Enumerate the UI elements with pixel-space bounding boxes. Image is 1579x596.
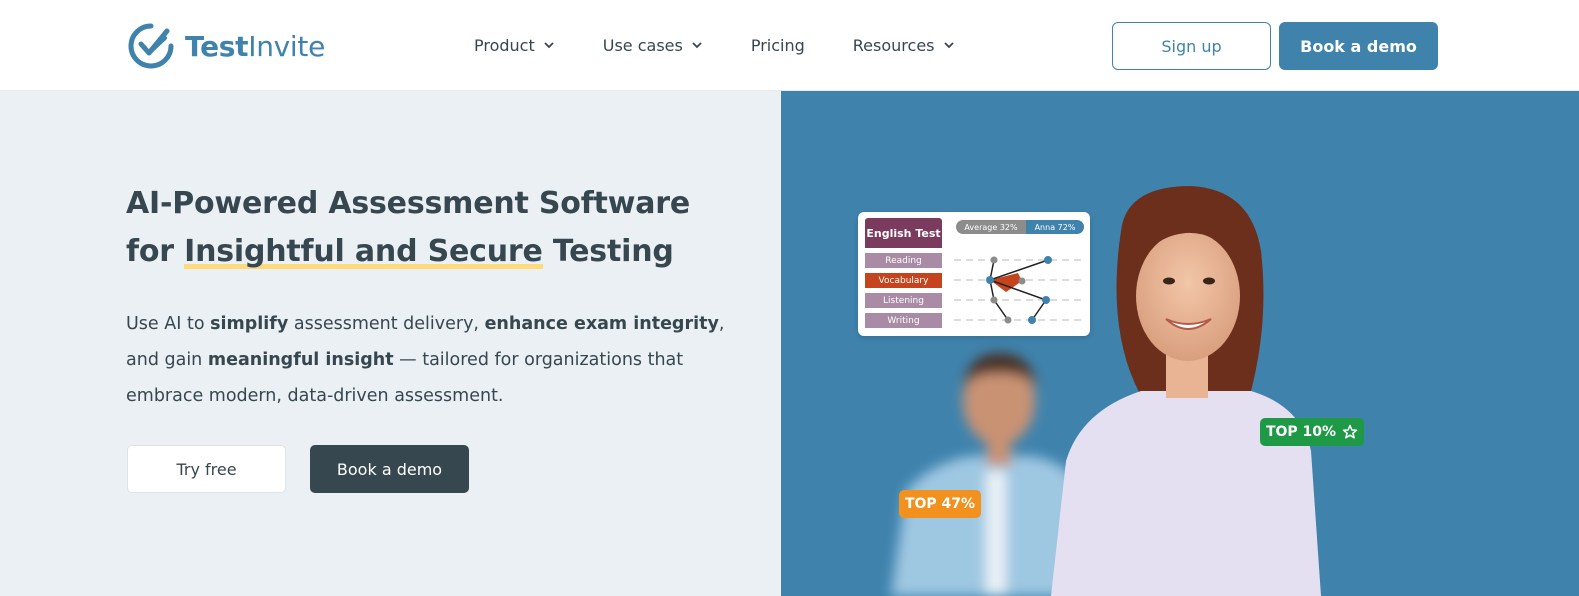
nav-item-label: Product [474, 35, 535, 55]
star-icon [1342, 424, 1358, 439]
nav-item-resources[interactable]: Resources [853, 32, 955, 58]
people-photo [891, 186, 1321, 596]
signup-button[interactable]: Sign up [1112, 22, 1271, 70]
logo[interactable]: TestInvite [127, 20, 325, 72]
top-10-badge: TOP 10% [1260, 418, 1364, 446]
nav-item-product[interactable]: Product [474, 32, 555, 58]
woman [1051, 186, 1321, 596]
subtitle-bold: enhance exam integrity [484, 314, 719, 334]
logo-text: TestInvite [185, 29, 325, 63]
subtitle-bold: simplify [210, 314, 289, 334]
subtitle-bold: meaningful insight [207, 350, 394, 370]
hero-illustration: English Test Reading Vocabulary Listenin… [781, 91, 1579, 596]
chevron-down-icon [544, 42, 554, 49]
try-free-button[interactable]: Try free [127, 445, 286, 493]
check-circle-logo-icon [128, 23, 174, 69]
top-47-badge: TOP 47% [899, 490, 981, 518]
hero-title-highlight: Insightful and Secure [184, 234, 543, 269]
subtitle-text: assessment delivery, [288, 314, 485, 334]
nav-item-label: Resources [852, 35, 935, 55]
nav-item-label: Use cases [602, 35, 683, 55]
score-comparison-graph [954, 256, 1086, 324]
book-demo-button-header[interactable]: Book a demo [1279, 22, 1438, 70]
nav-item-use-cases[interactable]: Use cases [603, 32, 703, 58]
nav-item-label: Pricing [750, 35, 805, 55]
badge-label: TOP 10% [1265, 424, 1337, 440]
hero-title-end: Testing [542, 234, 674, 269]
subtitle-text: — tailored for organizations that [393, 350, 684, 370]
subtitle-text: embrace modern, data-driven assessment. [126, 386, 504, 406]
test-result-card: English Test Reading Vocabulary Listenin… [858, 212, 1090, 336]
hero-subtitle: Use AI to simplify assessment delivery, … [126, 306, 726, 414]
nav-item-pricing[interactable]: Pricing [751, 32, 805, 58]
site-header: TestInvite Product Use cases Pricing Res… [0, 0, 1579, 91]
subtitle-text: Use AI to [126, 314, 211, 334]
hero-title: AI-Powered Assessment Software for Insig… [126, 180, 766, 276]
hero-title-line1: AI-Powered Assessment Software [126, 186, 691, 221]
chevron-down-icon [943, 42, 954, 49]
subtitle-text: , [718, 314, 725, 334]
book-demo-button-hero[interactable]: Book a demo [310, 445, 469, 493]
subtitle-text: and gain [126, 350, 208, 370]
main-nav: Product Use cases Pricing Resources [474, 32, 1003, 58]
hero-title-for: for [126, 234, 185, 269]
chevron-down-icon [692, 42, 702, 49]
